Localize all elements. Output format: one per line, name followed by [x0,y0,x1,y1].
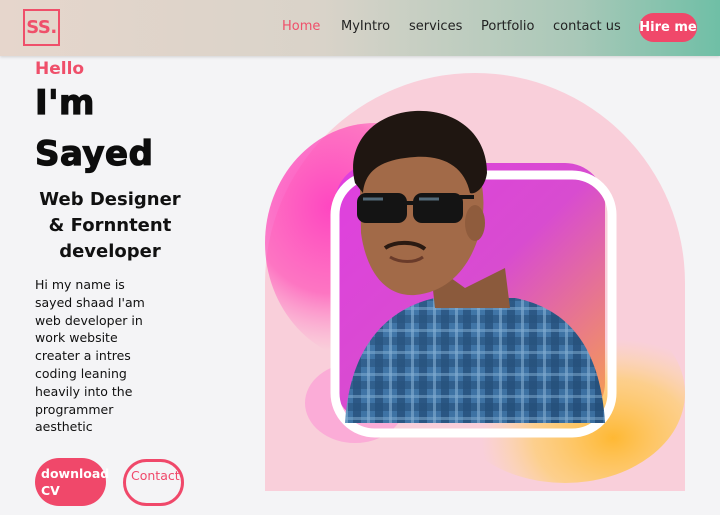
hero-portrait-image [265,110,685,483]
logo[interactable]: SS. [23,9,60,46]
download-cv-button[interactable]: download CV [35,458,109,506]
nav-link-myintro[interactable]: MyIntro [341,19,390,34]
hero-role: Web Designer & Fornntent developer [39,189,181,262]
nav-link-services[interactable]: services [409,19,462,34]
intro-text: I'm [34,82,95,123]
nav-link-contact-us[interactable]: contact us [553,19,621,34]
hire-me-button[interactable]: Hire me [639,13,697,42]
top-navbar: SS. Home MyIntro services Portfolio cont… [0,0,720,56]
nav-link-portfolio[interactable]: Portfolio [481,19,534,34]
contact-me-button[interactable]: Contact Me [123,459,184,506]
nav-link-home[interactable]: Home [282,19,320,34]
hero-bio: Hi my name is sayed shaad I'am web devel… [35,277,145,435]
hero-name: Sayed [34,133,154,174]
greeting: Hello [35,59,85,79]
